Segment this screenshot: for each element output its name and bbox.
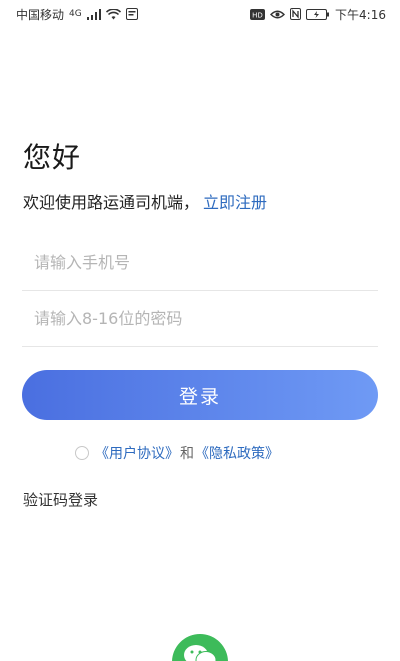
nfc-icon [290, 8, 302, 20]
login-screen: 中国移动 4G HD 下午4:16 您好 欢迎使用路运通司机端， 立即注册 请输… [0, 0, 400, 661]
svg-text:HD: HD [252, 11, 263, 19]
carrier-name: 中国移动 [16, 7, 65, 22]
privacy-policy-link[interactable]: 《隐私政策》 [195, 443, 279, 463]
agreement-checkbox[interactable] [75, 446, 89, 460]
eye-icon [270, 9, 286, 20]
wechat-login-button[interactable] [172, 634, 228, 661]
status-bar: 中国移动 4G HD 下午4:16 [0, 0, 400, 28]
hd-icon: HD [250, 8, 266, 20]
wechat-icon [183, 634, 217, 661]
battery-icon [306, 8, 330, 20]
sms-login-link[interactable]: 验证码登录 [23, 489, 98, 510]
user-agreement-link[interactable]: 《用户协议》 [95, 443, 179, 463]
signal-icon [86, 8, 101, 20]
greeting-title: 您好 [23, 141, 82, 174]
phone-field [22, 235, 378, 291]
wifi-icon [105, 8, 121, 20]
password-field [22, 291, 378, 347]
welcome-text: 欢迎使用路运通司机端， [23, 193, 200, 212]
register-link[interactable]: 立即注册 [203, 193, 267, 212]
password-input[interactable] [22, 309, 378, 328]
agreement-row: 《用户协议》 和 《隐私政策》 [75, 443, 279, 463]
agreement-and-text: 和 [180, 446, 194, 462]
status-time: 下午4:16 [335, 7, 386, 22]
welcome-line: 欢迎使用路运通司机端， 立即注册 [23, 189, 267, 213]
status-bar-right: HD 下午4:16 [250, 6, 386, 23]
network-type: 4G [69, 9, 82, 19]
login-button[interactable]: 登录 [22, 370, 378, 420]
status-bar-left: 中国移动 4G [16, 6, 138, 23]
notification-icon [125, 8, 138, 20]
phone-input[interactable] [22, 253, 378, 272]
